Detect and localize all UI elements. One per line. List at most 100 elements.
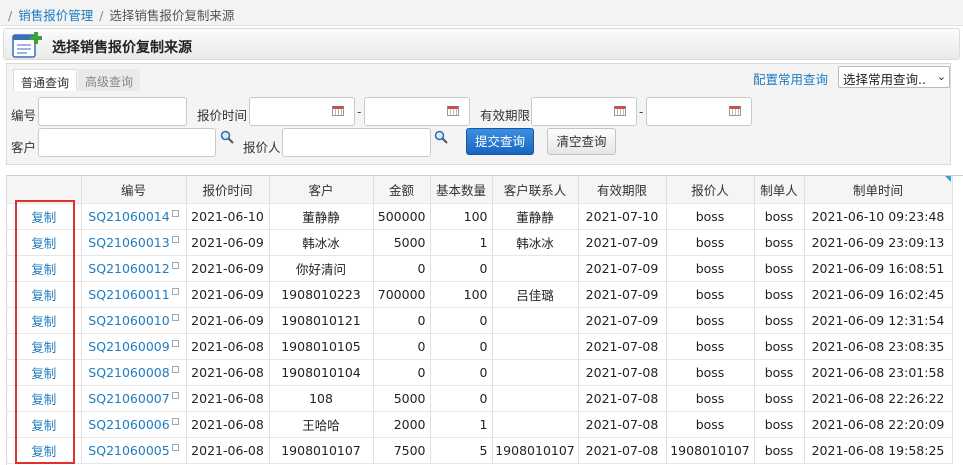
cell-quote-time: 2021-06-09: [186, 281, 270, 308]
search-icon[interactable]: [434, 130, 448, 144]
cell-valid-until: 2021-07-09: [578, 307, 667, 334]
external-link-icon[interactable]: [171, 339, 179, 347]
cell-base-qty: 0: [430, 333, 493, 360]
cell-customer: 1908010107: [269, 437, 374, 464]
column-header-creator[interactable]: 制单人: [754, 176, 805, 204]
copy-link[interactable]: 复制: [7, 437, 82, 464]
calendar-icon[interactable]: [332, 106, 344, 116]
cell-created-at: 2021-06-09 16:08:51: [804, 255, 953, 282]
quote-code-link[interactable]: SQ21060009: [81, 333, 187, 360]
cell-amount: 5000: [373, 229, 431, 256]
cell-base-qty: 1: [430, 411, 493, 438]
quoter-input[interactable]: [282, 128, 431, 157]
breadcrumb-item-sales-quote[interactable]: 销售报价管理: [18, 8, 93, 23]
code-input[interactable]: [38, 97, 187, 126]
cell-quote-time: 2021-06-09: [186, 229, 270, 256]
cell-valid-until: 2021-07-09: [578, 281, 667, 308]
common-query-select[interactable]: 选择常用查询.. ⌄: [838, 66, 950, 88]
cell-amount: 0: [373, 307, 431, 334]
quote-code-link[interactable]: SQ21060007: [81, 385, 187, 412]
cell-valid-until: 2021-07-08: [578, 437, 667, 464]
clear-query-button[interactable]: 清空查询: [547, 128, 616, 155]
external-link-icon[interactable]: [171, 391, 179, 399]
quote-code-link[interactable]: SQ21060012: [81, 255, 187, 282]
chevron-down-icon: ⌄: [936, 70, 946, 83]
cell-contact: 吕佳璐: [492, 281, 579, 308]
quote-code-text[interactable]: SQ21060007: [88, 391, 169, 406]
copy-link[interactable]: 复制: [7, 281, 82, 308]
cell-amount: 0: [373, 333, 431, 360]
tab-advanced-query[interactable]: 高级查询: [78, 69, 141, 91]
cell-created-at: 2021-06-09 16:02:45: [804, 281, 953, 308]
quote-code-link[interactable]: SQ21060005: [81, 437, 187, 464]
external-link-icon[interactable]: [171, 287, 179, 295]
external-link-icon[interactable]: [171, 365, 179, 373]
external-link-icon[interactable]: [171, 235, 179, 243]
cell-quote-time: 2021-06-08: [186, 411, 270, 438]
external-link-icon[interactable]: [171, 261, 179, 269]
common-query-select-value: 选择常用查询..: [843, 72, 926, 87]
column-header-code[interactable]: 编号: [81, 176, 187, 204]
valid-period-end-input[interactable]: [646, 97, 752, 126]
column-header-contact[interactable]: 客户联系人: [492, 176, 579, 204]
copy-link[interactable]: 复制: [7, 203, 82, 230]
copy-link[interactable]: 复制: [7, 307, 82, 334]
quote-code-text[interactable]: SQ21060011: [88, 287, 169, 302]
quote-code-link[interactable]: SQ21060010: [81, 307, 187, 334]
cell-contact: [492, 255, 579, 282]
external-link-icon[interactable]: [171, 209, 179, 217]
column-header-quote-time[interactable]: 报价时间: [186, 176, 270, 204]
table-row: 复制 SQ21060010 2021-06-09 1908010121 0 0 2021-0…: [7, 307, 953, 334]
cell-created-at: 2021-06-08 23:08:35: [804, 333, 953, 360]
quote-time-end-input[interactable]: [364, 97, 470, 126]
calendar-icon[interactable]: [614, 106, 626, 116]
table-row: 复制 SQ21060014 2021-06-10 董静静 500000 100 董静静 202…: [7, 203, 953, 230]
copy-link[interactable]: 复制: [7, 411, 82, 438]
calendar-icon[interactable]: [729, 106, 741, 116]
table-row: 复制 SQ21060008 2021-06-08 1908010104 0 0 2021-0…: [7, 359, 953, 386]
cell-creator: boss: [754, 385, 805, 412]
quote-code-text[interactable]: SQ21060005: [88, 443, 169, 458]
column-header-created-at[interactable]: 制单时间: [804, 176, 953, 204]
external-link-icon[interactable]: [171, 443, 179, 451]
search-icon[interactable]: [220, 130, 234, 144]
copy-link[interactable]: 复制: [7, 359, 82, 386]
copy-link[interactable]: 复制: [7, 255, 82, 282]
quote-code-link[interactable]: SQ21060013: [81, 229, 187, 256]
quote-code-text[interactable]: SQ21060012: [88, 261, 169, 276]
valid-period-start-input[interactable]: [531, 97, 637, 126]
column-header-valid-until[interactable]: 有效期限: [578, 176, 667, 204]
cell-creator: boss: [754, 255, 805, 282]
calendar-icon[interactable]: [447, 106, 459, 116]
tab-normal-query[interactable]: 普通查询: [13, 69, 78, 91]
cell-customer: 董静静: [269, 203, 374, 230]
cell-contact: 韩冰冰: [492, 229, 579, 256]
copy-link[interactable]: 复制: [7, 333, 82, 360]
submit-query-button[interactable]: 提交查询: [466, 128, 534, 155]
column-header-quoter[interactable]: 报价人: [666, 176, 755, 204]
quote-time-start-input[interactable]: [249, 97, 355, 126]
column-header-amount[interactable]: 金额: [373, 176, 431, 204]
cell-customer: 1908010121: [269, 307, 374, 334]
external-link-icon[interactable]: [171, 313, 179, 321]
external-link-icon[interactable]: [171, 417, 179, 425]
quote-code-text[interactable]: SQ21060009: [88, 339, 169, 354]
quote-code-text[interactable]: SQ21060006: [88, 417, 169, 432]
cell-creator: boss: [754, 333, 805, 360]
quote-code-text[interactable]: SQ21060008: [88, 365, 169, 380]
customer-input[interactable]: [38, 128, 216, 157]
quote-code-link[interactable]: SQ21060006: [81, 411, 187, 438]
quote-code-link[interactable]: SQ21060014: [81, 203, 187, 230]
cell-customer: 你好清问: [269, 255, 374, 282]
quote-code-link[interactable]: SQ21060008: [81, 359, 187, 386]
column-header-customer[interactable]: 客户: [269, 176, 374, 204]
copy-link[interactable]: 复制: [7, 385, 82, 412]
quote-code-text[interactable]: SQ21060013: [88, 235, 169, 250]
column-header-base-qty[interactable]: 基本数量: [430, 176, 493, 204]
config-common-query-link[interactable]: 配置常用查询: [753, 69, 828, 88]
quote-code-text[interactable]: SQ21060010: [88, 313, 169, 328]
quote-code-text[interactable]: SQ21060014: [88, 209, 169, 224]
cell-valid-until: 2021-07-09: [578, 255, 667, 282]
copy-link[interactable]: 复制: [7, 229, 82, 256]
quote-code-link[interactable]: SQ21060011: [81, 281, 187, 308]
